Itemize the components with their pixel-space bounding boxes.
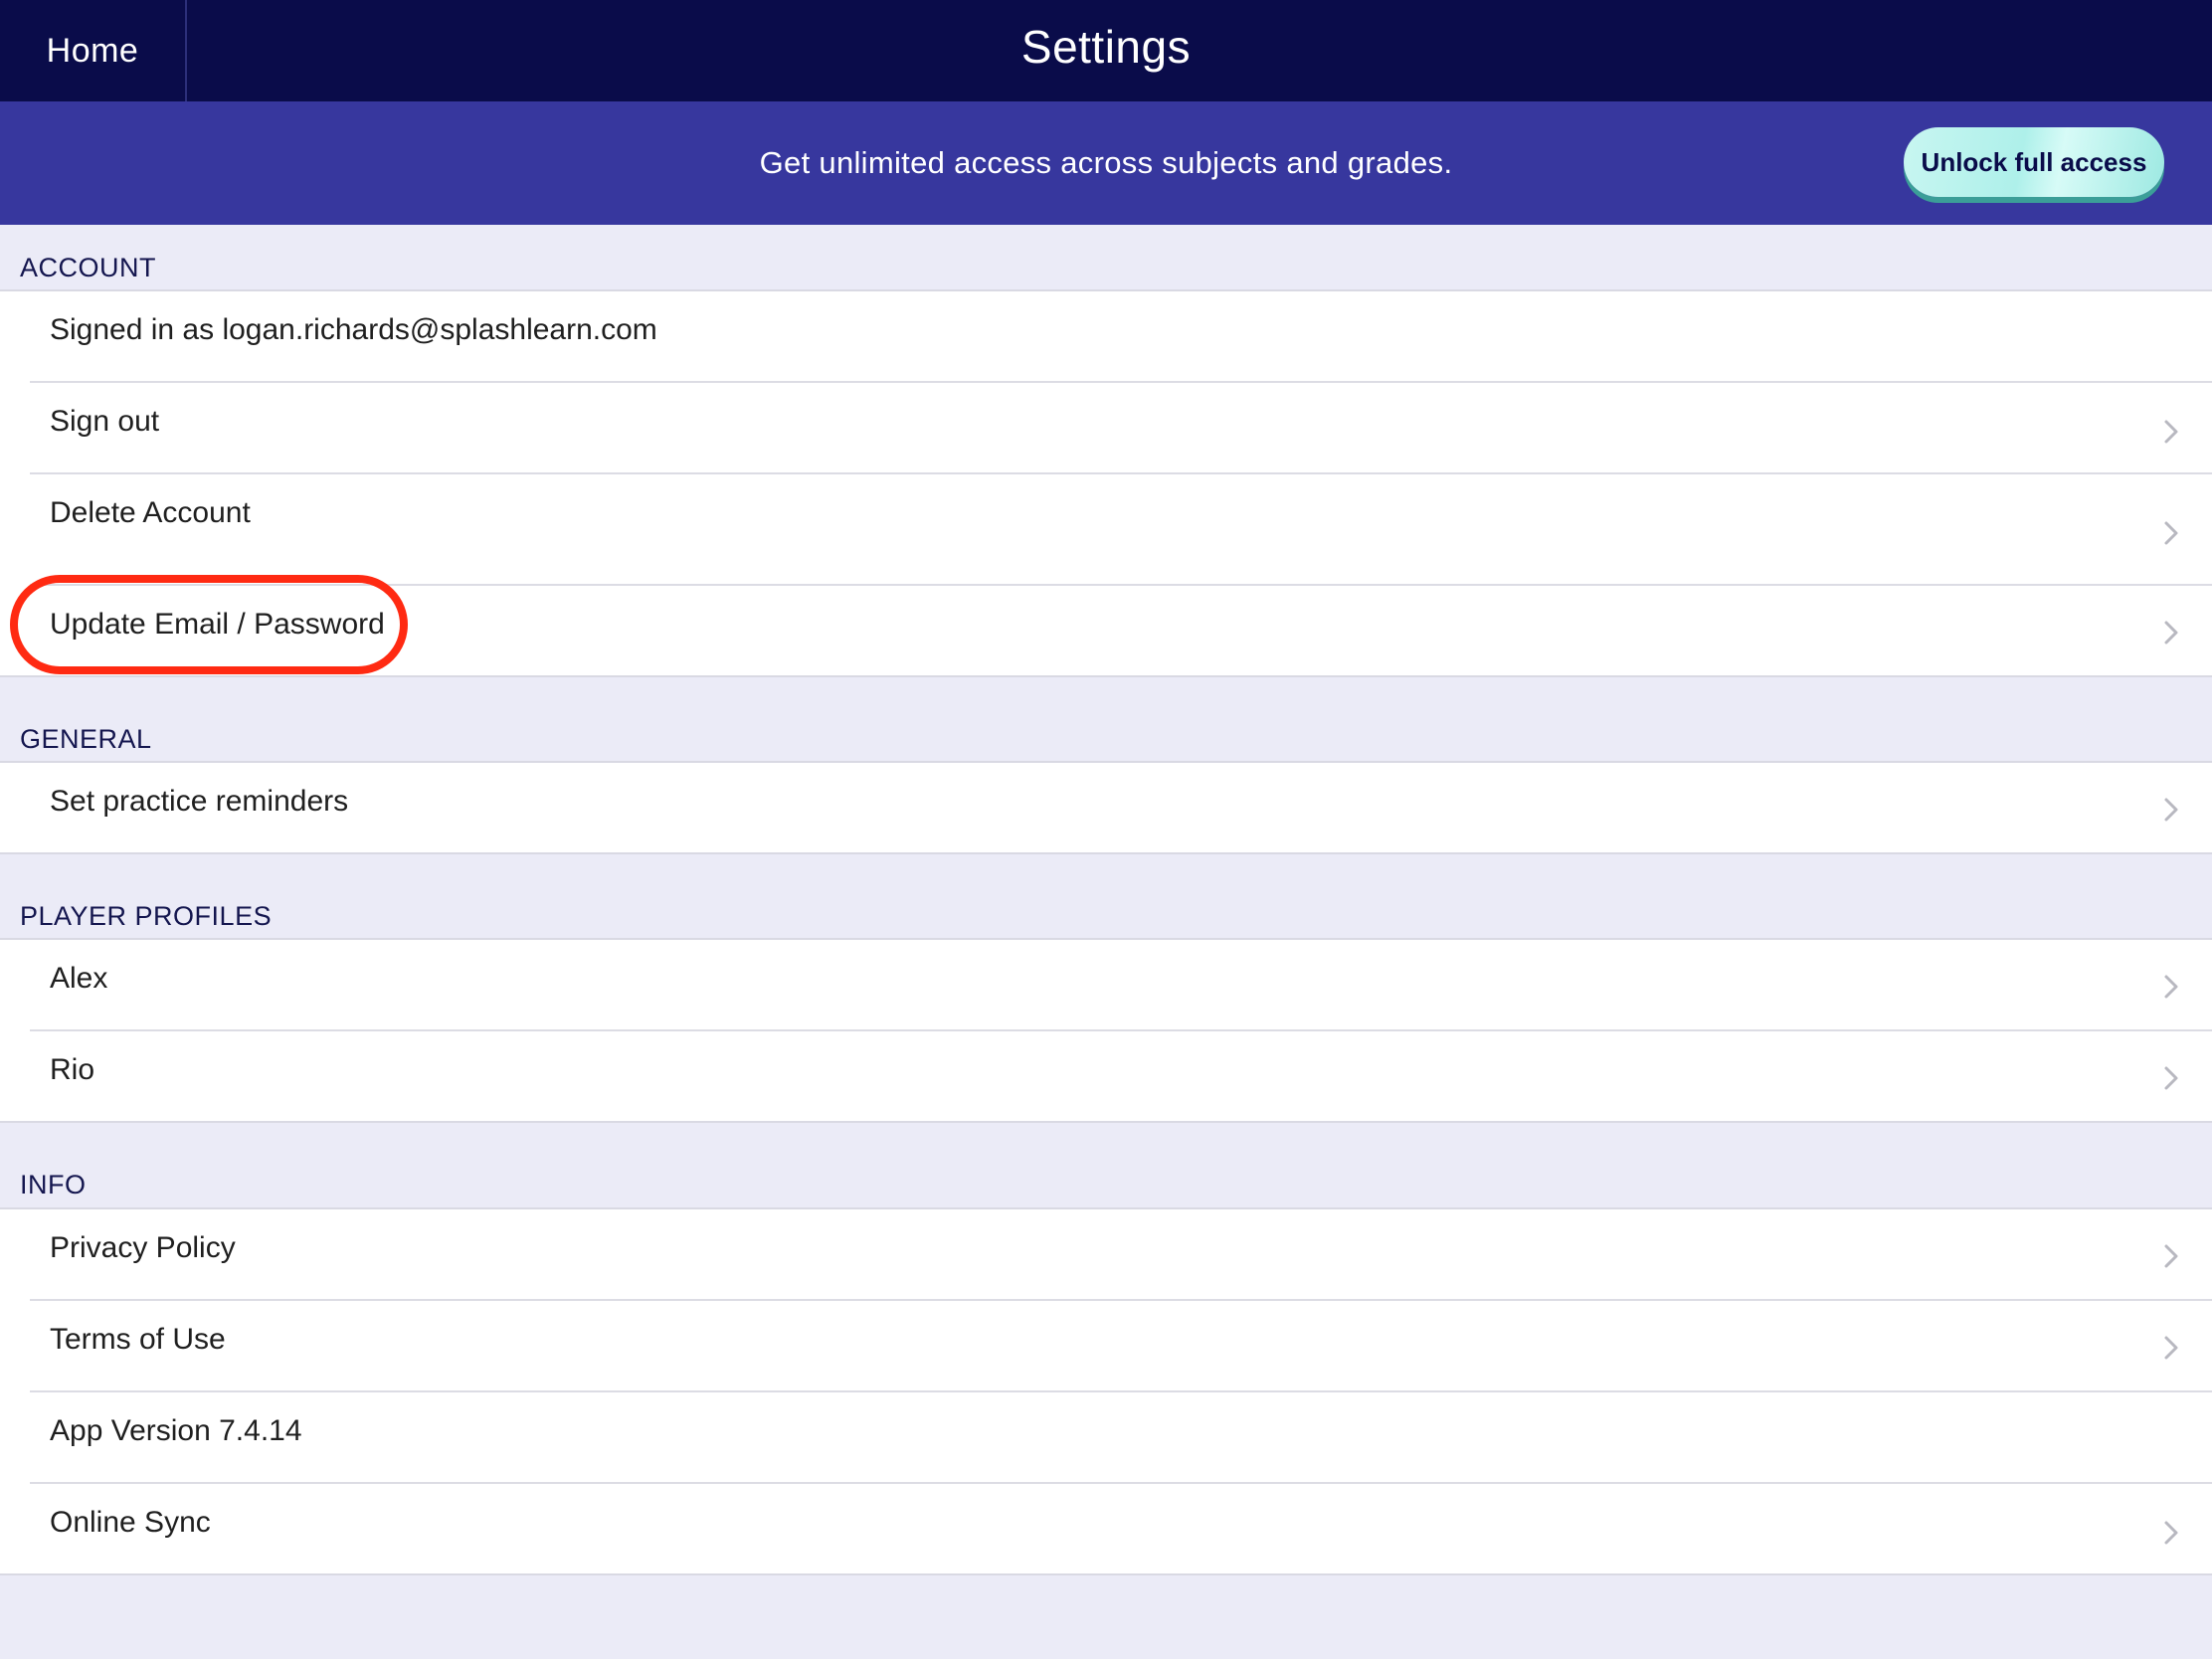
chevron-right-icon [2164,420,2178,444]
chevron-right-icon [2164,1066,2178,1090]
update-email-password-label: Update Email / Password [50,608,385,641]
player-row-rio[interactable]: Rio [30,1029,2212,1123]
privacy-policy-row[interactable]: Privacy Policy [30,1209,2212,1299]
chevron-right-icon [2164,621,2178,645]
unlock-full-access-button[interactable]: Unlock full access [1904,127,2164,197]
terms-of-use-label: Terms of Use [50,1323,226,1356]
chevron-right-icon [2164,521,2178,545]
top-bar: Home Settings [0,0,2212,101]
app-version-row: App Version 7.4.14 [30,1390,2212,1484]
player-profiles-group: Alex Rio [0,938,2212,1123]
section-header-general: GENERAL [20,724,152,754]
update-email-password-row[interactable]: Update Email / Password [30,584,2212,677]
delete-account-row[interactable]: Delete Account [30,472,2212,584]
player-name: Rio [50,1053,95,1086]
chevron-right-icon [2164,798,2178,822]
online-sync-row[interactable]: Online Sync [30,1482,2212,1575]
general-group: Set practice reminders [0,761,2212,854]
page-title: Settings [1020,21,1192,73]
section-header-account: ACCOUNT [20,253,156,282]
delete-account-label: Delete Account [50,496,251,529]
info-group: Privacy Policy Terms of Use App Version … [0,1207,2212,1575]
app-version-label: App Version 7.4.14 [50,1414,302,1447]
section-header-player-profiles: PLAYER PROFILES [20,901,273,931]
account-group: Signed in as logan.richards@splashlearn.… [0,289,2212,677]
sign-out-label: Sign out [50,405,160,438]
chevron-right-icon [2164,1244,2178,1268]
practice-reminders-label: Set practice reminders [50,785,349,818]
chevron-right-icon [2164,975,2178,999]
sign-out-row[interactable]: Sign out [30,381,2212,472]
promo-banner: Get unlimited access across subjects and… [0,101,2212,225]
privacy-policy-label: Privacy Policy [50,1231,236,1264]
chevron-right-icon [2164,1336,2178,1360]
home-button[interactable]: Home [0,0,187,101]
signed-in-label: Signed in as logan.richards@splashlearn.… [50,313,657,346]
practice-reminders-row[interactable]: Set practice reminders [30,763,2212,852]
chevron-right-icon [2164,1521,2178,1545]
terms-of-use-row[interactable]: Terms of Use [30,1299,2212,1392]
section-header-info: INFO [20,1170,87,1199]
player-row-alex[interactable]: Alex [30,940,2212,1029]
online-sync-label: Online Sync [50,1506,211,1539]
signed-in-row: Signed in as logan.richards@splashlearn.… [30,291,2212,381]
promo-text: Get unlimited access across subjects and… [759,145,1453,180]
player-name: Alex [50,962,108,995]
